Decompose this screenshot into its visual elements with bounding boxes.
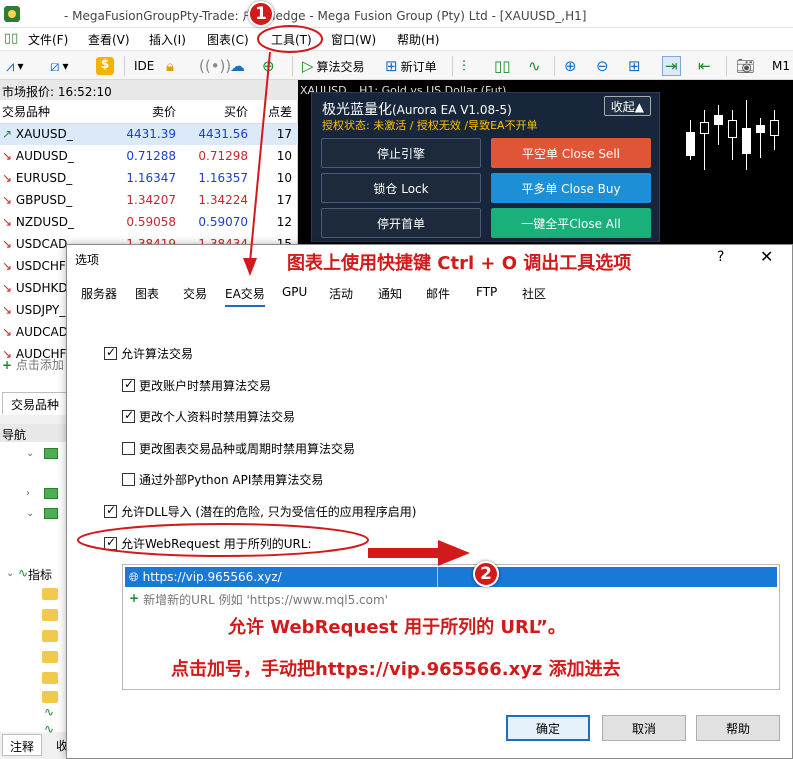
- highlight-tools-menu: [257, 25, 323, 53]
- step-badge-2: 2: [473, 561, 499, 587]
- highlight-webrequest: [77, 523, 369, 557]
- arrow-head-1: [243, 258, 257, 276]
- annotation-overlay: [77, 25, 470, 566]
- arrow-head-2: [438, 540, 470, 566]
- arrow-line-1: [249, 51, 271, 263]
- arrow-line-2: [368, 548, 440, 558]
- step-badge-1: 1: [248, 1, 274, 27]
